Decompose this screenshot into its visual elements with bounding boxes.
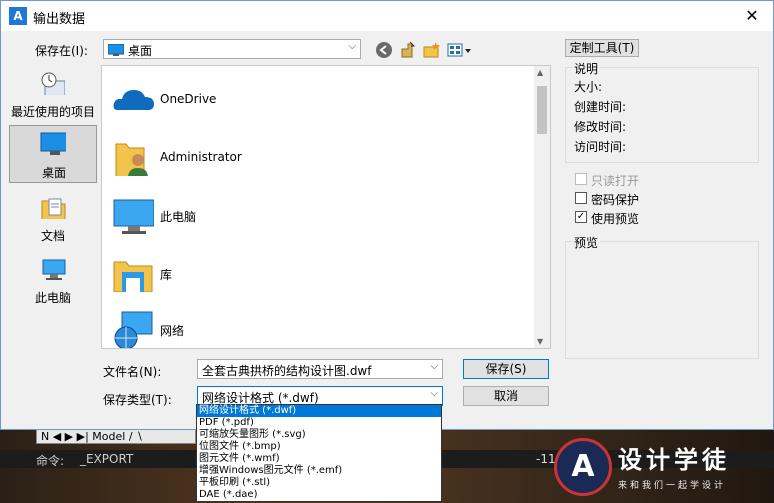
network-icon xyxy=(114,311,153,348)
new-folder-icon[interactable] xyxy=(423,41,441,59)
place-recent-label: 最近使用的项目 xyxy=(10,105,95,119)
info-size: 大小: xyxy=(574,80,603,94)
filetype-dropdown[interactable]: 网络设计格式 (*.dwf) PDF (*.pdf) 可缩放矢量图形 (*.sv… xyxy=(196,404,442,502)
list-item[interactable]: OneDrive xyxy=(108,74,528,124)
onedrive-icon xyxy=(113,90,154,110)
save-in-value: 桌面 xyxy=(128,44,153,58)
back-icon[interactable] xyxy=(375,41,393,59)
password-checkbox[interactable] xyxy=(575,192,587,204)
command-text: _EXPORT xyxy=(80,452,134,466)
place-documents[interactable]: 文档 xyxy=(9,189,97,247)
chevron-down-icon: ⌵ xyxy=(430,388,438,399)
preview-group-title: 预览 xyxy=(572,234,601,251)
scroll-up-icon[interactable]: ▲ xyxy=(537,68,543,77)
watermark-logo: A xyxy=(554,438,612,496)
info-accessed: 访问时间: xyxy=(574,140,627,154)
export-dialog: A 输出数据 ✕ 保存在(I): 桌面 ⌵ 最近使用的项目 桌面 文档 此电脑 … xyxy=(0,0,774,430)
list-item[interactable]: 此电脑 xyxy=(108,190,528,240)
scroll-down-icon[interactable]: ▼ xyxy=(537,337,543,346)
preview-group: 预览 xyxy=(565,234,759,359)
preview-label: 使用预览 xyxy=(591,212,640,226)
info-created: 创建时间: xyxy=(574,100,627,114)
close-button[interactable]: ✕ xyxy=(737,3,767,29)
list-item[interactable]: 库 xyxy=(108,248,528,298)
filetype-label: 保存类型(T): xyxy=(103,393,172,407)
place-recent[interactable]: 最近使用的项目 xyxy=(9,65,97,123)
file-list-scrollbar[interactable]: ▲ ▼ xyxy=(534,66,550,348)
info-group: 说明 大小: 创建时间: 修改时间: 访问时间: xyxy=(565,60,759,163)
recent-items-icon xyxy=(41,72,65,95)
save-in-select[interactable]: 桌面 ⌵ xyxy=(103,39,361,59)
user-folder-icon xyxy=(115,143,148,176)
file-name: 此电脑 xyxy=(160,210,197,224)
file-list[interactable]: OneDrive Administrator 此电脑 库 网络 ▲ ▼ xyxy=(101,65,551,349)
file-name: 库 xyxy=(160,268,173,282)
command-prompt: 命令: xyxy=(36,454,65,468)
cancel-button[interactable]: 取消 xyxy=(463,386,549,406)
filetype-option[interactable]: 增强Windows图元文件 (*.emf) xyxy=(197,465,441,477)
watermark-subtitle: 来和我们一起学设计 xyxy=(618,481,727,491)
filename-label: 文件名(N): xyxy=(103,365,162,379)
computer-icon xyxy=(42,259,66,280)
readonly-checkbox[interactable] xyxy=(575,173,587,185)
filetype-option[interactable]: 平板印刷 (*.stl) xyxy=(197,477,441,489)
layout-tabs[interactable]: N ◀ ▶ ▶| Model / ∖ xyxy=(36,428,196,444)
desktop-icon xyxy=(108,44,124,56)
list-item[interactable]: Administrator xyxy=(108,132,528,182)
place-desktop-label: 桌面 xyxy=(41,166,66,180)
computer-icon xyxy=(113,199,154,234)
watermark: A 设计学徒 来和我们一起学设计 xyxy=(548,430,774,503)
desktop-icon xyxy=(40,132,66,155)
dialog-title: 输出数据 xyxy=(33,12,86,27)
password-label: 密码保护 xyxy=(591,193,640,207)
file-name: Administrator xyxy=(160,150,242,164)
filetype-option[interactable]: 网络设计格式 (*.dwf) xyxy=(197,405,441,417)
info-modified: 修改时间: xyxy=(574,120,627,134)
place-desktop[interactable]: 桌面 xyxy=(9,125,97,183)
scroll-thumb[interactable] xyxy=(537,86,547,134)
readonly-label: 只读打开 xyxy=(591,174,640,188)
file-name: 网络 xyxy=(160,324,185,338)
chevron-down-icon[interactable]: ⌵ xyxy=(430,361,438,372)
place-this-pc-label: 此电脑 xyxy=(34,291,71,305)
watermark-title: 设计学徒 xyxy=(618,446,730,474)
place-this-pc[interactable]: 此电脑 xyxy=(9,251,97,309)
title-bar[interactable]: A 输出数据 ✕ xyxy=(1,1,773,31)
filename-value: 全套古典拱桥的结构设计图.dwf xyxy=(202,364,372,378)
layout-tabs-label: N ◀ ▶ ▶| Model / ∖ xyxy=(41,430,144,443)
file-name: OneDrive xyxy=(160,92,217,106)
app-icon: A xyxy=(9,7,27,25)
preview-checkbox[interactable]: ✓ xyxy=(575,211,587,223)
filetype-option[interactable]: DAE (*.dae) xyxy=(197,489,441,501)
library-icon xyxy=(113,261,153,292)
custom-tools-button[interactable]: 定制工具(T) xyxy=(565,39,639,57)
filetype-option[interactable]: 位图文件 (*.bmp) xyxy=(197,441,441,453)
place-documents-label: 文档 xyxy=(40,229,65,243)
info-group-title: 说明 xyxy=(572,60,601,77)
save-button[interactable]: 保存(S) xyxy=(463,359,549,379)
views-menu-icon[interactable] xyxy=(447,41,473,59)
list-item[interactable]: 网络 xyxy=(108,304,528,354)
places-bar: 最近使用的项目 桌面 文档 此电脑 xyxy=(7,65,97,315)
filetype-select[interactable]: 网络设计格式 (*.dwf) ⌵ xyxy=(197,386,443,406)
save-in-label: 保存在(I): xyxy=(35,44,88,58)
up-folder-icon[interactable] xyxy=(399,41,417,59)
filename-input[interactable]: 全套古典拱桥的结构设计图.dwf ⌵ xyxy=(197,359,443,379)
filetype-option[interactable]: PDF (*.pdf) xyxy=(197,417,441,429)
chevron-down-icon: ⌵ xyxy=(348,41,356,52)
filetype-option[interactable]: 图元文件 (*.wmf) xyxy=(197,453,441,465)
filetype-option[interactable]: 可缩放矢量图形 (*.svg) xyxy=(197,429,441,441)
documents-icon xyxy=(41,198,66,219)
